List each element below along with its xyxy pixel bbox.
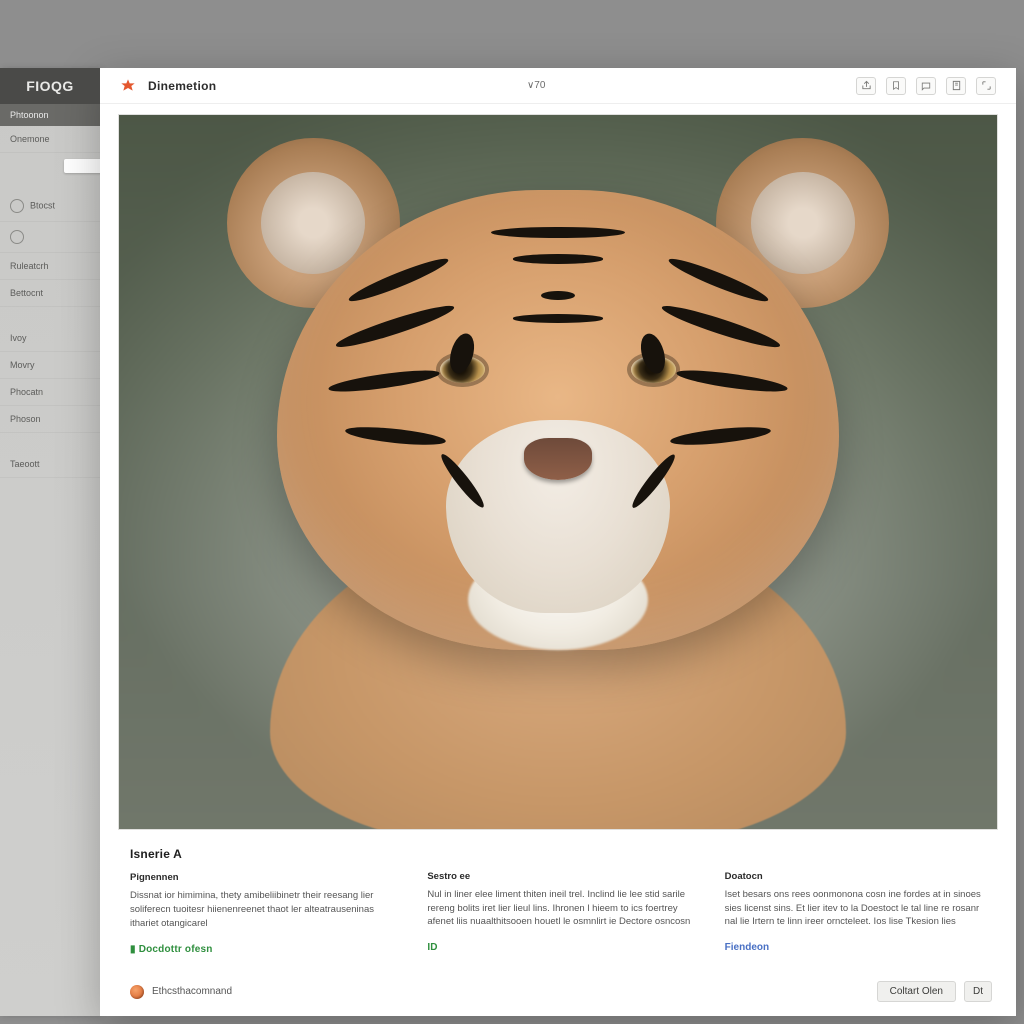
sidebar-item[interactable]: Phocatn [0, 379, 100, 406]
expand-icon[interactable] [976, 77, 996, 95]
info-col-2: Sestro ee Nul in liner elee liment thite… [427, 846, 694, 957]
sidebar-item-label: Btocst [30, 200, 55, 210]
share-icon[interactable] [856, 77, 876, 95]
header-actions [856, 77, 996, 95]
sidebar-item[interactable]: Phoson [0, 406, 100, 433]
status-tag[interactable]: ID [427, 941, 694, 956]
info-body: Dissnat ior himimina, thety amibeliibine… [130, 889, 397, 930]
info-heading: Sestro ee [427, 870, 694, 884]
info-col-1: Isnerie A Pignennen Dissnat ior himimina… [130, 846, 397, 957]
sidebar-tab-marker[interactable] [64, 159, 104, 173]
circle-icon [10, 230, 24, 244]
sidebar-item[interactable]: Movry [0, 352, 100, 379]
app-logo-icon [120, 78, 136, 94]
main-image[interactable] [118, 114, 998, 830]
sidebar-item-active[interactable]: Phtoonon [0, 104, 100, 126]
info-body: Iset besars ons rees oonmonona cosn ine … [725, 888, 992, 929]
image-title: Isnerie A [130, 846, 397, 863]
source-icon [130, 985, 144, 999]
link-tag[interactable]: Fiendeon [725, 941, 992, 956]
sidebar-item[interactable]: Btocst [0, 191, 100, 222]
sidebar-item[interactable]: Taeoott [0, 451, 100, 478]
sidebar-item[interactable] [0, 222, 100, 253]
source-label: Ethcsthacomnand [152, 986, 232, 997]
sidebar-item[interactable]: Onemone [0, 126, 100, 153]
bookmark-icon[interactable] [886, 77, 906, 95]
page-title: Dinemetion [148, 79, 216, 93]
info-heading: Pignennen [130, 871, 397, 885]
main-panel: Dinemetion ∨70 [100, 68, 1016, 1016]
export-icon[interactable] [946, 77, 966, 95]
sidebar-item[interactable]: Ruleatcrh [0, 253, 100, 280]
sidebar-item[interactable]: Bettocnt [0, 280, 100, 307]
primary-action-button[interactable]: Coltart Olen [877, 981, 956, 1002]
globe-icon [10, 199, 24, 213]
header: Dinemetion ∨70 [100, 68, 1016, 104]
footer: Ethcsthacomnand Coltart Olen Dt [100, 971, 1016, 1016]
info-body: Nul in liner elee liment thiten ineil tr… [427, 888, 694, 929]
message-icon[interactable] [916, 77, 936, 95]
image-viewer [100, 104, 1016, 830]
status-tag[interactable]: ▮ Docdottr ofesn [130, 943, 397, 958]
secondary-action-button[interactable]: Dt [964, 981, 992, 1002]
info-heading: Doatocn [725, 870, 992, 884]
sidebar-item[interactable]: Ivoy [0, 325, 100, 352]
header-badge: ∨70 [228, 80, 844, 91]
brand-logo: FIOQG [0, 68, 100, 104]
info-section: Isnerie A Pignennen Dissnat ior himimina… [100, 830, 1016, 971]
info-col-3: Doatocn Iset besars ons rees oonmonona c… [725, 846, 992, 957]
sidebar: Phtoonon Onemone Btocst Ruleatcrh Bettoc… [0, 68, 100, 1016]
